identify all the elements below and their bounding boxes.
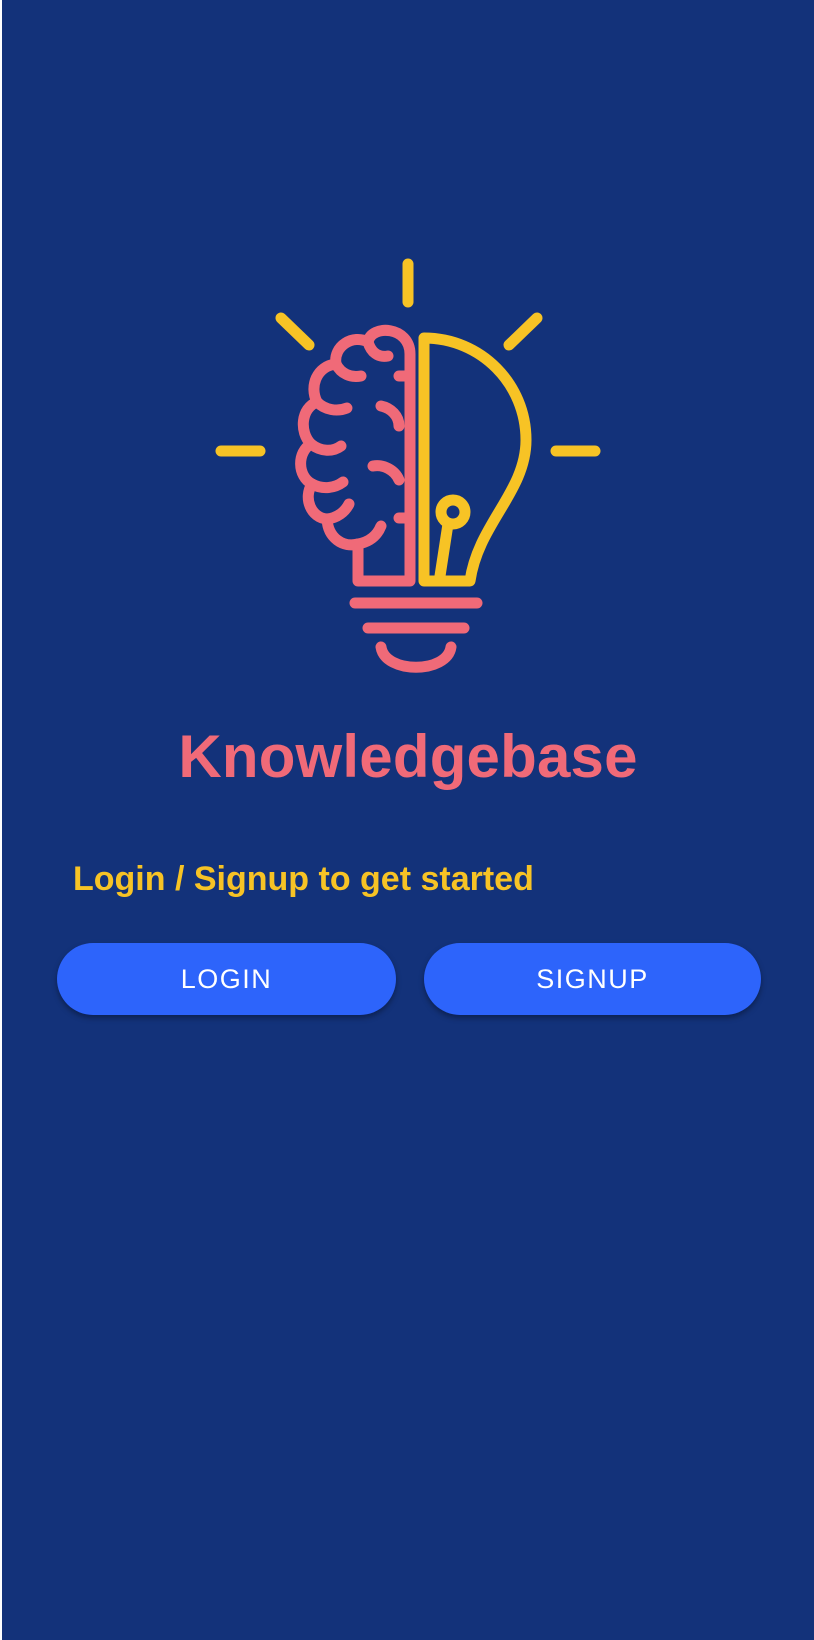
brain-lightbulb-icon <box>215 258 601 673</box>
login-button[interactable]: LOGIN <box>57 943 396 1015</box>
get-started-prompt: Login / Signup to get started <box>73 860 534 898</box>
bulb-base <box>349 597 483 673</box>
bulb-half <box>418 332 532 587</box>
brain-half <box>295 324 416 587</box>
welcome-screen: Knowledgebase Login / Signup to get star… <box>2 0 814 1640</box>
app-title: Knowledgebase <box>178 723 638 790</box>
signup-button[interactable]: SIGNUP <box>424 943 761 1015</box>
